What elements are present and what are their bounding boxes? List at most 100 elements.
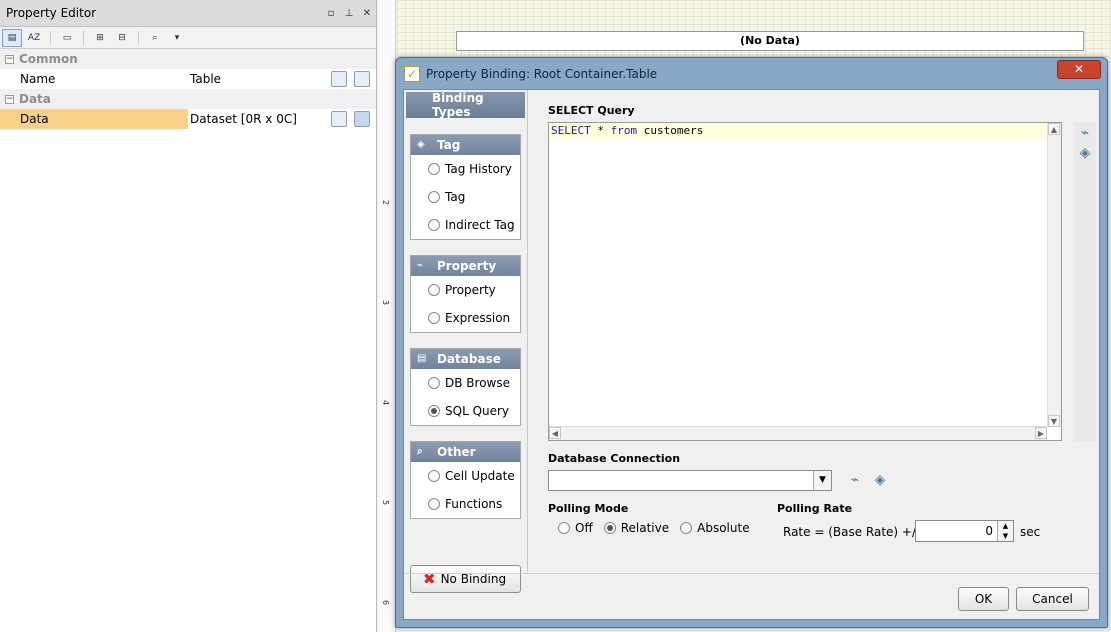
float-icon[interactable]: ▫	[322, 8, 340, 19]
property-row-data[interactable]: Data Dataset [0R x 0C]	[0, 109, 376, 129]
other-icon: ⌕	[417, 446, 423, 457]
horizontal-scrollbar[interactable]: ◀ ▶	[549, 426, 1047, 440]
dialog-body: Binding Types ◈ Tag Tag History Tag Indir…	[403, 89, 1100, 620]
close-icon[interactable]: ✕	[358, 8, 376, 19]
database-connection-select[interactable]: ▼	[548, 470, 832, 491]
polling-off[interactable]: Off	[558, 521, 593, 535]
polling-rate-label: Polling Rate	[777, 502, 853, 515]
query-editor[interactable]: SELECT * from customers ▲ ▼ ◀ ▶	[548, 122, 1062, 441]
radio[interactable]	[428, 191, 440, 203]
dialog-titlebar[interactable]: ✓ Property Binding: Root Container.Table	[396, 58, 1107, 89]
filter-icon[interactable]: ⌕	[145, 29, 165, 47]
radio[interactable]	[428, 284, 440, 296]
link-icon[interactable]: ⌁	[1076, 125, 1094, 141]
binding-icon: ✓	[404, 65, 420, 82]
collapse-icon[interactable]: −	[5, 94, 14, 104]
group-database: ▤ Database DB Browse SQL Query	[410, 348, 521, 426]
polling-mode-options: Off Relative Absolute	[558, 521, 761, 535]
property-name: Data	[0, 109, 188, 129]
binding-icon[interactable]	[354, 71, 370, 87]
radio[interactable]	[428, 498, 440, 510]
property-editor-panel: Property Editor ▫ ⊥ ✕ ▤ AZ ▭ ⊞ ⊟ ⌕ ▾ − C…	[0, 0, 377, 632]
binding-icon[interactable]	[354, 111, 370, 127]
expand-all-icon[interactable]: ⊞	[90, 29, 110, 47]
query-side-toolbar: ⌁ ◈	[1074, 122, 1096, 441]
category-label: Common	[19, 52, 78, 66]
cancel-button[interactable]: Cancel	[1016, 587, 1089, 611]
group-header: ⌁ Property	[411, 256, 520, 276]
category-common[interactable]: − Common	[0, 49, 376, 69]
dialog-footer: OK Cancel	[404, 573, 1099, 628]
table-component[interactable]: (No Data)	[456, 31, 1084, 51]
radio[interactable]	[558, 522, 570, 534]
dialog-title: Property Binding: Root Container.Table	[426, 66, 658, 81]
group-header: ◈ Tag	[411, 135, 520, 155]
pin-icon[interactable]: ⊥	[340, 8, 358, 19]
close-button[interactable]: ✕	[1057, 60, 1101, 79]
option-functions[interactable]: Functions	[411, 490, 520, 518]
rate-input[interactable]: 0 ▲ ▼	[915, 520, 1014, 542]
vertical-ruler: 2 3 4 5 6	[378, 0, 396, 632]
radio[interactable]	[428, 377, 440, 389]
binding-types-header: Binding Types	[406, 91, 525, 119]
property-value[interactable]: Table	[188, 69, 376, 89]
collapse-all-icon[interactable]: ⊟	[112, 29, 132, 47]
group-other: ⌕ Other Cell Update Functions	[410, 441, 521, 519]
tag-icon[interactable]: ◈	[871, 472, 889, 488]
group-property: ⌁ Property Property Expression	[410, 255, 521, 333]
group-tag: ◈ Tag Tag History Tag Indirect Tag	[410, 134, 521, 240]
property-pages-icon[interactable]: ▭	[57, 29, 77, 47]
vertical-scrollbar[interactable]: ▲ ▼	[1047, 123, 1061, 427]
dropdown-icon[interactable]: ▾	[167, 29, 187, 47]
scroll-down-icon[interactable]: ▼	[1048, 415, 1060, 427]
categorized-view-icon[interactable]: ▤	[2, 28, 22, 47]
option-tag[interactable]: Tag	[411, 183, 520, 211]
property-editor-titlebar: Property Editor ▫ ⊥ ✕	[0, 0, 376, 27]
tag-icon: ◈	[417, 139, 425, 150]
category-data[interactable]: − Data	[0, 89, 376, 109]
chevron-down-icon[interactable]: ▼	[813, 471, 831, 490]
collapse-icon[interactable]: −	[5, 54, 14, 64]
rate-label: Rate = (Base Rate) +/-	[783, 525, 921, 539]
radio[interactable]	[680, 522, 693, 534]
property-editor-title: Property Editor	[6, 6, 97, 20]
option-cell-update[interactable]: Cell Update	[411, 462, 520, 490]
scroll-right-icon[interactable]: ▶	[1035, 427, 1047, 439]
option-sql-query[interactable]: SQL Query	[411, 397, 520, 425]
radio[interactable]	[428, 219, 440, 231]
scroll-up-icon[interactable]: ▲	[1048, 123, 1060, 135]
property-icon: ⌁	[417, 260, 424, 271]
radio-selected[interactable]	[428, 405, 440, 417]
query-line[interactable]: SELECT * from customers	[549, 123, 1061, 139]
option-db-browse[interactable]: DB Browse	[411, 369, 520, 397]
radio[interactable]	[428, 470, 440, 482]
radio[interactable]	[428, 312, 440, 324]
binding-types-column: Binding Types ◈ Tag Tag History Tag Indir…	[404, 90, 528, 593]
group-header: ⌕ Other	[411, 442, 520, 462]
spinner-icon[interactable]: ▲ ▼	[997, 521, 1013, 541]
property-row-name[interactable]: Name Table	[0, 69, 376, 89]
tag-icon[interactable]: ◈	[1076, 145, 1094, 161]
option-indirect-tag[interactable]: Indirect Tag	[411, 211, 520, 239]
link-icon[interactable]: ⌁	[846, 472, 864, 488]
select-query-label: SELECT Query	[548, 104, 635, 117]
option-expression[interactable]: Expression	[411, 304, 520, 332]
rate-unit-label: sec	[1020, 525, 1041, 539]
property-value[interactable]: Dataset [0R x 0C]	[188, 109, 376, 129]
radio[interactable]	[428, 163, 440, 175]
ok-button[interactable]: OK	[958, 587, 1009, 611]
database-icon: ▤	[417, 353, 427, 364]
edit-icon[interactable]	[331, 71, 347, 87]
polling-relative[interactable]: Relative	[603, 521, 669, 535]
polling-mode-label: Polling Mode	[548, 502, 629, 515]
option-property[interactable]: Property	[411, 276, 520, 304]
radio-selected[interactable]	[603, 522, 616, 534]
sort-alpha-icon[interactable]: AZ	[24, 29, 44, 47]
group-header: ▤ Database	[411, 349, 520, 369]
dataset-viewer-icon[interactable]	[331, 111, 347, 127]
option-tag-history[interactable]: Tag History	[411, 155, 520, 183]
polling-absolute[interactable]: Absolute	[680, 521, 750, 535]
database-connection-label: Database Connection	[548, 452, 681, 465]
scroll-left-icon[interactable]: ◀	[549, 427, 561, 439]
category-label: Data	[19, 92, 51, 106]
